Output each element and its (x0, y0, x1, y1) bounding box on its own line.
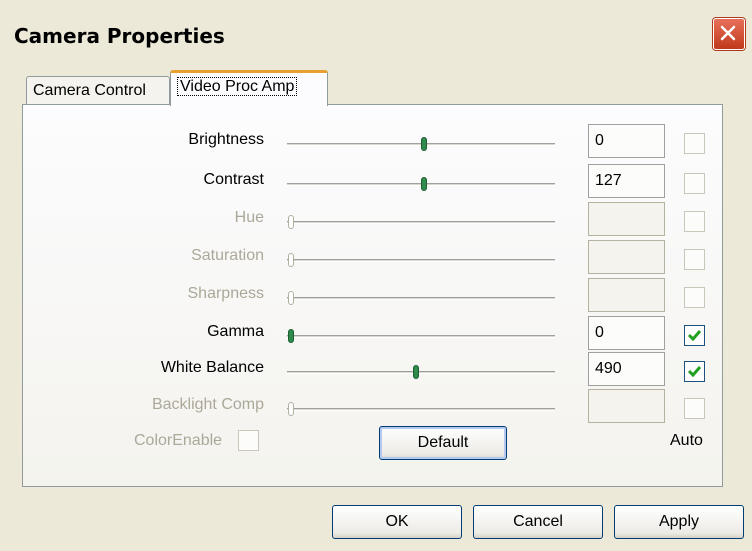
brightness-slider[interactable] (287, 137, 555, 151)
brightness-slider-thumb[interactable] (420, 137, 427, 151)
sharpness-label: Sharpness (187, 285, 265, 302)
title-bar: Camera Properties (0, 0, 752, 68)
cancel-button[interactable]: Cancel (473, 505, 603, 539)
hue-slider-thumb (288, 215, 294, 229)
tab-label: Video Proc Amp (177, 77, 298, 96)
backlight-comp-value-field (588, 389, 665, 423)
hue-label: Hue (234, 209, 264, 226)
brightness-value-field[interactable]: 0 (588, 124, 665, 158)
saturation-auto-checkbox (684, 249, 705, 270)
ok-button[interactable]: OK (332, 505, 462, 539)
tab-video-proc-amp[interactable]: Video Proc Amp (170, 70, 328, 106)
apply-button-label: Apply (658, 513, 700, 530)
backlight-comp-slider-thumb (288, 402, 294, 416)
sharpness-auto-checkbox (684, 287, 705, 308)
gamma-slider-thumb[interactable] (288, 329, 294, 343)
close-icon (720, 25, 736, 41)
gamma-auto-checkbox[interactable] (684, 325, 705, 346)
gamma-label: Gamma (207, 323, 264, 340)
window-title: Camera Properties (14, 24, 225, 48)
hue-auto-checkbox (684, 211, 705, 232)
sharpness-value-field (588, 278, 665, 312)
saturation-slider (287, 253, 555, 267)
white-balance-auto-checkbox[interactable] (684, 361, 705, 382)
tab-label: Camera Control (33, 82, 146, 99)
brightness-label: Brightness (188, 131, 264, 148)
white-balance-label: White Balance (160, 359, 264, 376)
white-balance-slider-thumb[interactable] (412, 365, 419, 379)
checkmark-icon (687, 366, 702, 378)
auto-label: Auto (670, 432, 703, 449)
color-enable-checkbox[interactable] (238, 430, 259, 451)
sharpness-slider (287, 291, 555, 305)
saturation-label: Saturation (191, 247, 264, 264)
saturation-slider-thumb (288, 253, 294, 267)
contrast-auto-checkbox[interactable] (684, 173, 705, 194)
hue-value-field (588, 202, 665, 236)
backlight-comp-label: Backlight Comp (151, 396, 264, 413)
brightness-auto-checkbox[interactable] (684, 133, 705, 154)
contrast-slider-thumb[interactable] (420, 177, 427, 191)
white-balance-value-field[interactable]: 490 (588, 352, 665, 386)
tab-camera-control[interactable]: Camera Control (26, 76, 170, 104)
ok-button-label: OK (385, 513, 409, 530)
default-button[interactable]: Default (379, 426, 507, 460)
cancel-button-label: Cancel (513, 513, 563, 530)
sharpness-slider-thumb (288, 291, 294, 305)
close-button[interactable] (713, 18, 745, 50)
color-enable-label: ColorEnable (134, 432, 222, 450)
white-balance-slider[interactable] (287, 365, 555, 379)
gamma-slider[interactable] (287, 329, 555, 343)
backlight-comp-slider (287, 402, 555, 416)
backlight-comp-auto-checkbox (684, 398, 705, 419)
color-enable-text: ColorEnable (134, 432, 223, 449)
contrast-value-field[interactable]: 127 (588, 164, 665, 198)
checkmark-icon (687, 330, 702, 342)
contrast-slider[interactable] (287, 177, 555, 191)
apply-button[interactable]: Apply (614, 505, 744, 539)
default-button-label: Default (417, 434, 469, 451)
saturation-value-field (588, 240, 665, 274)
gamma-value-field[interactable]: 0 (588, 316, 665, 350)
contrast-label: Contrast (203, 171, 264, 188)
hue-slider (287, 215, 555, 229)
